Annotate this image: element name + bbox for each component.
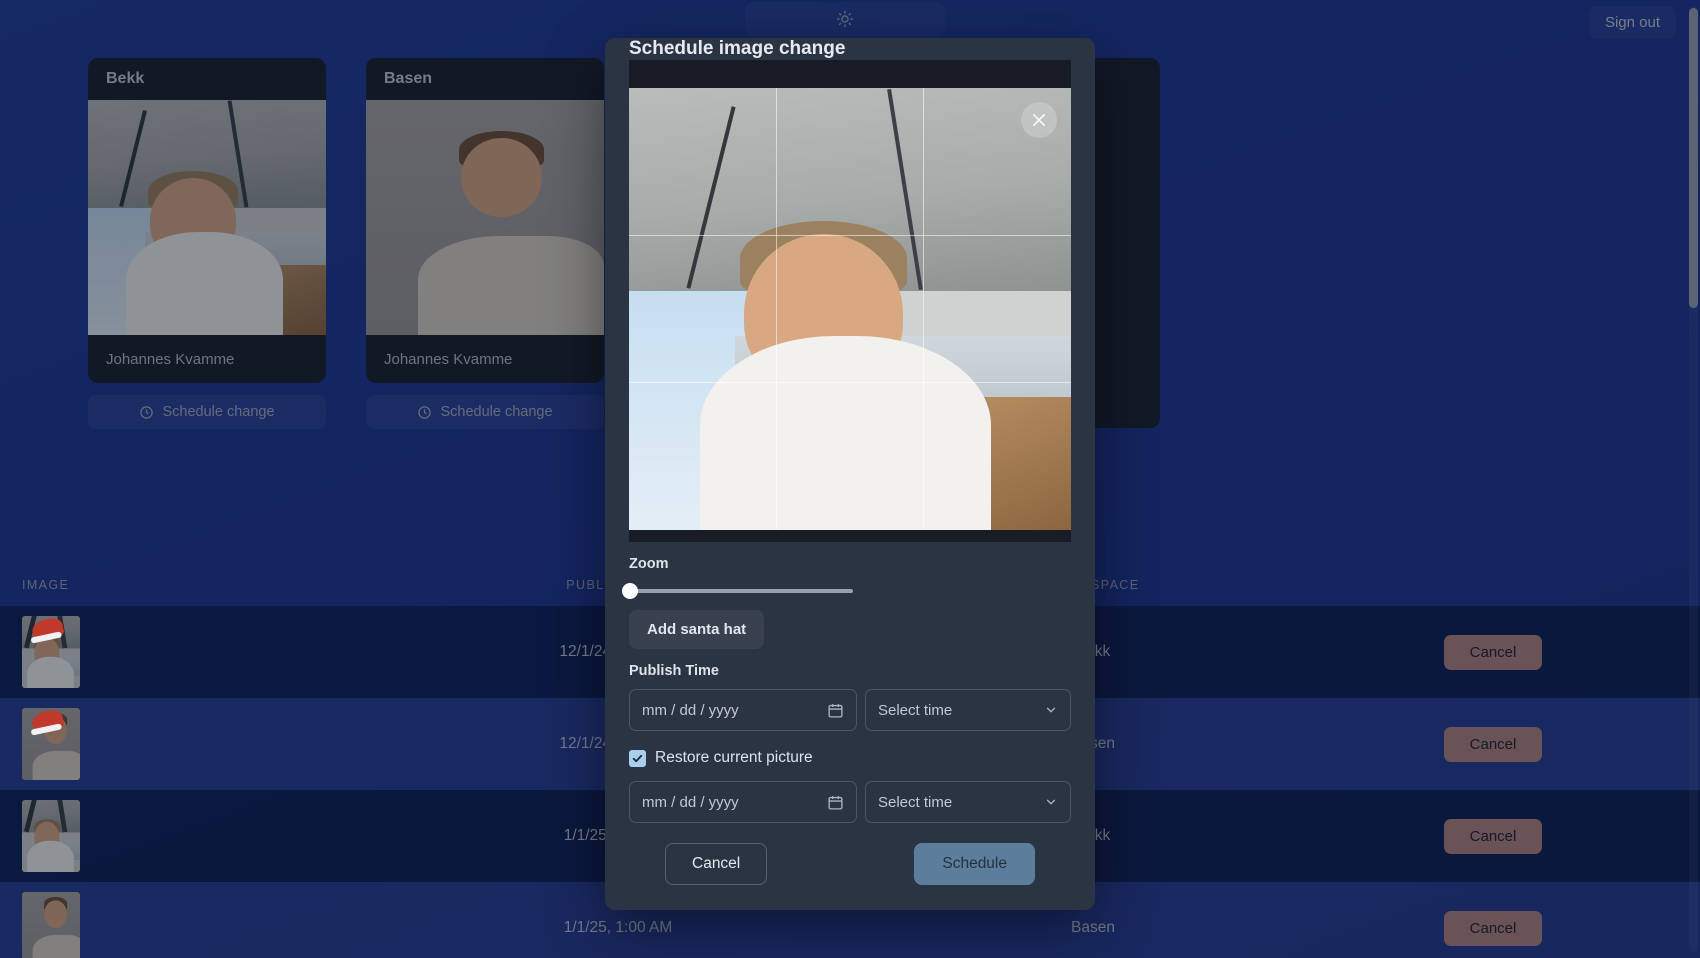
restore-current-picture-checkbox[interactable] [629, 749, 646, 767]
publish-time-value: Select time [878, 701, 953, 719]
restore-current-picture-row: Restore current picture [629, 749, 1071, 767]
add-santa-hat-button[interactable]: Add santa hat [629, 610, 765, 649]
zoom-slider-thumb[interactable] [622, 583, 638, 599]
publish-date-value: mm / dd / yyyy [642, 701, 739, 719]
crop-rule-of-thirds-grid [629, 88, 1071, 530]
calendar-icon[interactable] [827, 702, 844, 719]
chevron-down-icon [1046, 799, 1056, 805]
dialog-footer: Cancel Schedule [605, 823, 1095, 911]
app-root: Sign out Bekk Johannes Kvamme Schedule c… [0, 0, 1700, 958]
remove-image-icon[interactable] [1021, 102, 1057, 138]
restore-date-value: mm / dd / yyyy [642, 793, 739, 811]
restore-date-input[interactable]: mm / dd / yyyy [629, 781, 857, 823]
schedule-image-change-dialog: Schedule image change Zoom Add santa hat… [605, 38, 1095, 910]
dialog-body: Zoom Add santa hat Publish Time mm / dd … [605, 60, 1095, 823]
publish-time-row: mm / dd / yyyy Select time [629, 689, 1071, 731]
restore-current-picture-label: Restore current picture [655, 749, 813, 766]
dialog-title: Schedule image change [629, 38, 846, 59]
calendar-icon[interactable] [827, 794, 844, 811]
restore-time-select[interactable]: Select time [865, 781, 1071, 823]
dialog-cancel-button[interactable]: Cancel [665, 843, 768, 885]
image-cropper[interactable] [629, 60, 1071, 542]
zoom-slider-row [622, 582, 1071, 600]
publish-time-select[interactable]: Select time [865, 689, 1071, 731]
zoom-label: Zoom [629, 556, 669, 572]
zoom-slider[interactable] [622, 583, 853, 599]
restore-time-value: Select time [878, 793, 953, 811]
publish-time-label: Publish Time [629, 663, 719, 679]
dialog-schedule-button[interactable]: Schedule [914, 843, 1035, 885]
dialog-header: Schedule image change [605, 38, 1095, 74]
publish-date-input[interactable]: mm / dd / yyyy [629, 689, 857, 731]
chevron-down-icon [1046, 707, 1056, 713]
restore-time-row: mm / dd / yyyy Select time [629, 781, 1071, 823]
